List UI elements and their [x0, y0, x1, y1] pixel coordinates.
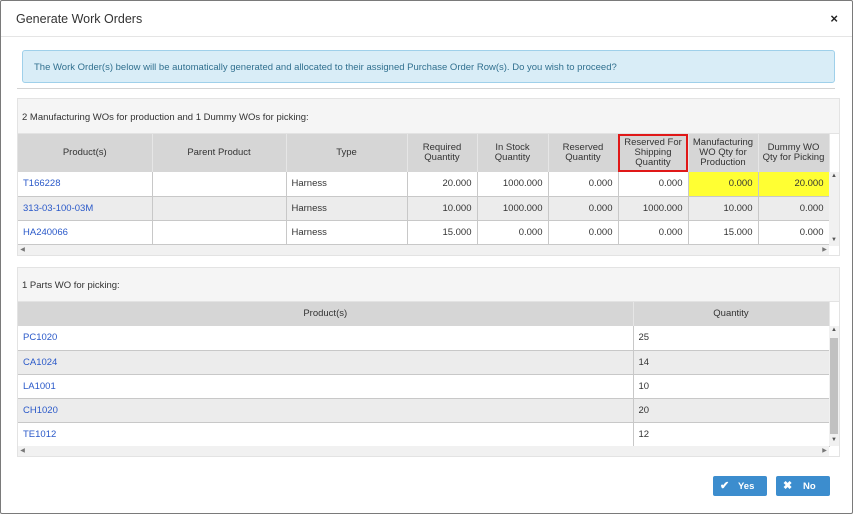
quantity-cell: 12 — [633, 422, 830, 447]
dummy-wo-qty-cell: 20.000 — [758, 172, 830, 197]
scroll-right-icon[interactable]: ▶ — [820, 245, 829, 255]
manufacturing-wo-qty-cell: 0.000 — [688, 172, 759, 197]
product-link[interactable]: 313-03-100-03M — [23, 203, 93, 214]
required-quantity-cell: 20.000 — [407, 172, 478, 197]
reserved-for-shipping-cell: 1000.000 — [618, 196, 689, 221]
in-stock-quantity-cell: 1000.000 — [477, 172, 549, 197]
scroll-right-icon[interactable]: ▶ — [820, 446, 829, 456]
parts-horizontal-scrollbar[interactable]: ◀ ▶ — [18, 446, 829, 456]
table-row[interactable]: T166228 Harness 20.000 1000.000 0.000 0.… — [18, 172, 830, 197]
reserved-for-shipping-cell: 0.000 — [618, 172, 689, 197]
parts-wo-panel-header: 1 Parts WO for picking: — [18, 268, 839, 302]
info-alert: The Work Order(s) below will be automati… — [22, 50, 835, 83]
parent-product-cell — [152, 196, 287, 221]
manufacturing-wo-qty-cell: 10.000 — [688, 196, 759, 221]
dialog-header: Generate Work Orders × — [1, 1, 852, 37]
required-quantity-cell: 10.000 — [407, 196, 478, 221]
manufacturing-wo-heading: 2 Manufacturing WOs for production and 1… — [22, 112, 309, 123]
scroll-down-icon[interactable]: ▼ — [830, 236, 838, 245]
column-header-product[interactable]: Product(s) — [18, 134, 153, 172]
column-header-reserved-quantity[interactable]: Reserved Quantity — [548, 134, 619, 172]
product-cell[interactable]: PC1020 — [18, 326, 634, 351]
scroll-down-icon[interactable]: ▼ — [830, 436, 838, 445]
quantity-cell: 25 — [633, 326, 830, 351]
scroll-up-icon[interactable]: ▲ — [830, 172, 838, 181]
parts-wo-panel: 1 Parts WO for picking: Product(s) Quant… — [17, 267, 840, 457]
product-cell[interactable]: CH1020 — [18, 398, 634, 423]
product-link[interactable]: HA240066 — [23, 227, 68, 238]
product-link[interactable]: CH1020 — [23, 405, 58, 416]
type-cell: Harness — [286, 172, 408, 197]
quantity-cell: 10 — [633, 374, 830, 399]
column-header-product[interactable]: Product(s) — [18, 302, 634, 326]
manufacturing-vertical-scrollbar[interactable]: ▲ ▼ — [829, 172, 839, 246]
product-cell[interactable]: HA240066 — [18, 220, 153, 245]
yes-button-label: Yes — [738, 481, 755, 492]
parent-product-cell — [152, 172, 287, 197]
type-cell: Harness — [286, 196, 408, 221]
parent-product-cell — [152, 220, 287, 245]
dummy-wo-qty-cell: 0.000 — [758, 196, 830, 221]
reserved-quantity-cell: 0.000 — [548, 220, 619, 245]
product-link[interactable]: TE1012 — [23, 429, 56, 440]
column-header-dummy-wo-qty[interactable]: Dummy WO Qty for Picking — [758, 134, 830, 172]
column-header-required-quantity[interactable]: Required Quantity — [407, 134, 478, 172]
parts-wo-table: Product(s) Quantity PC1020 25 CA1024 14 … — [18, 302, 830, 447]
checkmark-icon: ✔ — [720, 480, 730, 492]
product-cell[interactable]: LA1001 — [18, 374, 634, 399]
column-header-in-stock-quantity[interactable]: In Stock Quantity — [477, 134, 549, 172]
manufacturing-wo-panel: 2 Manufacturing WOs for production and 1… — [17, 98, 840, 256]
product-link[interactable]: T166228 — [23, 178, 61, 189]
required-quantity-cell: 15.000 — [407, 220, 478, 245]
column-header-parent-product[interactable]: Parent Product — [152, 134, 287, 172]
parts-vertical-scrollbar[interactable]: ▲ ▼ — [829, 326, 839, 446]
type-cell: Harness — [286, 220, 408, 245]
table-row[interactable]: CH1020 20 — [18, 398, 830, 423]
close-icon[interactable]: × — [830, 11, 838, 26]
quantity-cell: 20 — [633, 398, 830, 423]
divider — [17, 88, 835, 89]
column-header-reserved-for-shipping-quantity[interactable]: Reserved For Shipping Quantity — [618, 134, 689, 172]
product-cell[interactable]: CA1024 — [18, 350, 634, 375]
manufacturing-wo-table: Product(s) Parent Product Type Required … — [18, 134, 830, 245]
dialog-title: Generate Work Orders — [16, 12, 143, 26]
x-icon: ✖ — [783, 480, 793, 492]
reserved-quantity-cell: 0.000 — [548, 196, 619, 221]
scrollbar-thumb[interactable] — [830, 338, 838, 434]
table-header-row: Product(s) Parent Product Type Required … — [18, 134, 830, 172]
product-link[interactable]: CA1024 — [23, 357, 57, 368]
manufacturing-wo-qty-cell: 15.000 — [688, 220, 759, 245]
table-row[interactable]: LA1001 10 — [18, 374, 830, 399]
reserved-for-shipping-cell: 0.000 — [618, 220, 689, 245]
column-header-type[interactable]: Type — [286, 134, 408, 172]
manufacturing-wo-panel-header: 2 Manufacturing WOs for production and 1… — [18, 99, 839, 134]
reserved-quantity-cell: 0.000 — [548, 172, 619, 197]
table-header-row: Product(s) Quantity — [18, 302, 830, 326]
product-link[interactable]: LA1001 — [23, 381, 56, 392]
no-button[interactable]: ✖ No — [776, 476, 830, 496]
column-header-quantity[interactable]: Quantity — [633, 302, 830, 326]
in-stock-quantity-cell: 0.000 — [477, 220, 549, 245]
product-cell[interactable]: T166228 — [18, 172, 153, 197]
manufacturing-horizontal-scrollbar[interactable]: ◀ ▶ — [18, 245, 829, 255]
scroll-left-icon[interactable]: ◀ — [18, 245, 27, 255]
table-row[interactable]: CA1024 14 — [18, 350, 830, 375]
yes-button[interactable]: ✔ Yes — [713, 476, 767, 496]
column-header-manufacturing-wo-qty[interactable]: Manufacturing WO Qty for Production — [688, 134, 759, 172]
product-cell[interactable]: 313-03-100-03M — [18, 196, 153, 221]
scroll-left-icon[interactable]: ◀ — [18, 446, 27, 456]
parts-wo-heading: 1 Parts WO for picking: — [22, 280, 120, 291]
table-row[interactable]: HA240066 Harness 15.000 0.000 0.000 0.00… — [18, 220, 830, 245]
table-row[interactable]: 313-03-100-03M Harness 10.000 1000.000 0… — [18, 196, 830, 221]
table-row[interactable]: TE1012 12 — [18, 422, 830, 447]
product-cell[interactable]: TE1012 — [18, 422, 634, 447]
no-button-label: No — [803, 481, 816, 492]
generate-work-orders-dialog: Generate Work Orders × The Work Order(s)… — [0, 0, 853, 514]
quantity-cell: 14 — [633, 350, 830, 375]
in-stock-quantity-cell: 1000.000 — [477, 196, 549, 221]
dummy-wo-qty-cell: 0.000 — [758, 220, 830, 245]
product-link[interactable]: PC1020 — [23, 332, 57, 343]
table-row[interactable]: PC1020 25 — [18, 326, 830, 351]
scroll-up-icon[interactable]: ▲ — [830, 326, 838, 335]
